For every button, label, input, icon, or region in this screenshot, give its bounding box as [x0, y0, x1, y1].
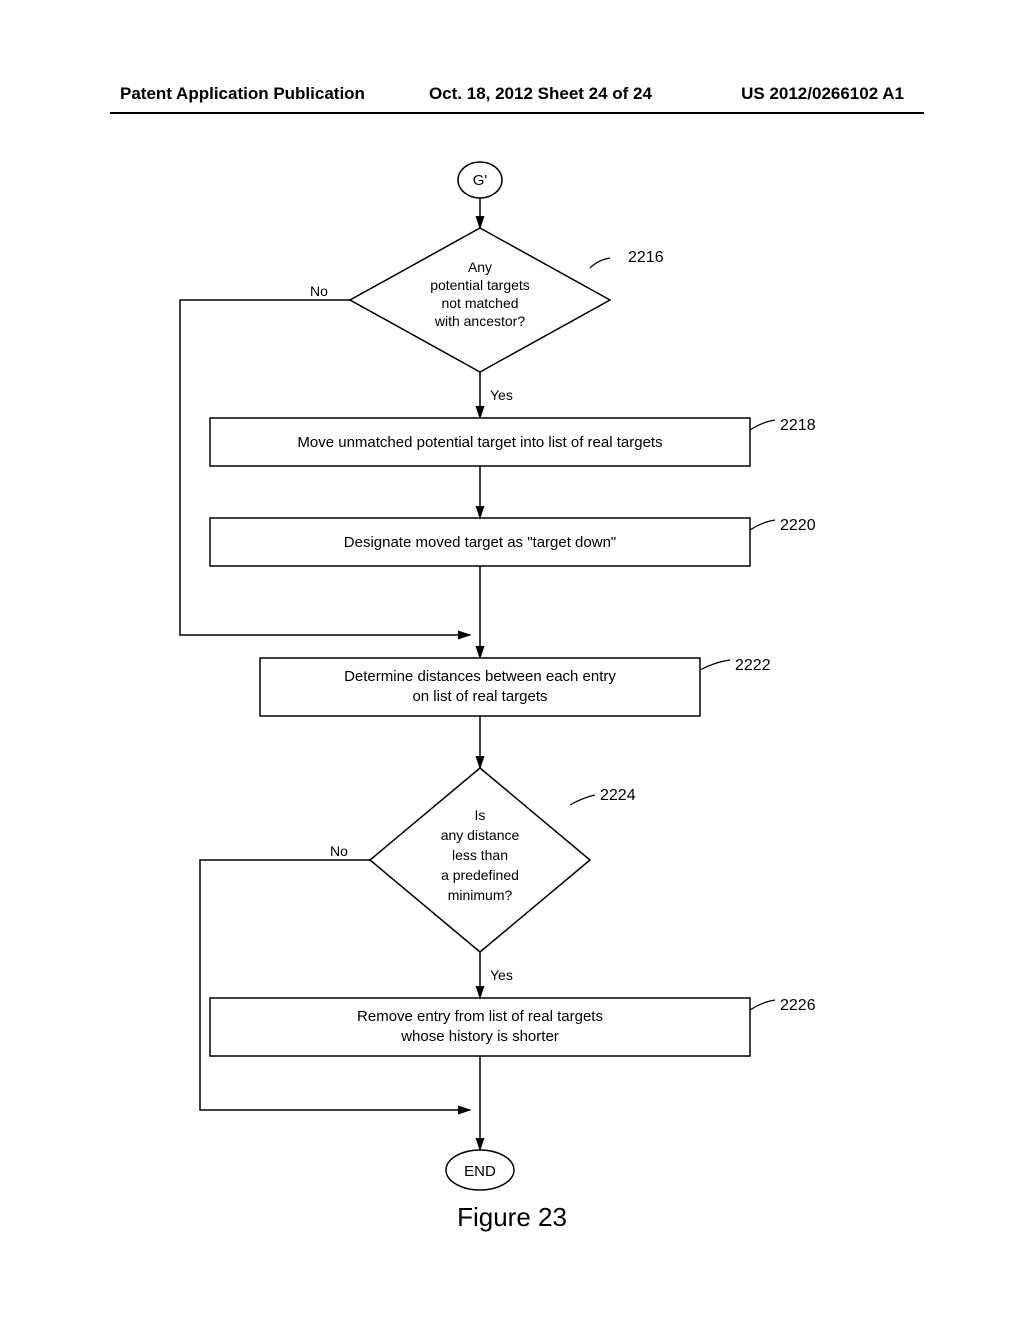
b2222-l2: on list of real targets: [412, 688, 547, 705]
yes2-label: Yes: [490, 967, 513, 983]
b2222-l1: Determine distances between each entry: [344, 668, 616, 685]
d2224-l3: less than: [452, 847, 508, 863]
b2226-l2: whose history is shorter: [400, 1028, 559, 1045]
yes1-label: Yes: [490, 387, 513, 403]
start-node: G': [473, 172, 488, 189]
ref-2218: 2218: [780, 417, 816, 434]
flowchart: G' Any potential targets not matched wit…: [90, 150, 950, 1270]
d2224-l5: minimum?: [448, 887, 513, 903]
d2216-l2: potential targets: [430, 277, 530, 293]
b2220: Designate moved target as "target down": [344, 534, 616, 551]
ref-2222: 2222: [735, 657, 771, 674]
no2-label: No: [330, 843, 348, 859]
header-right: US 2012/0266102 A1: [741, 84, 904, 104]
b2226-l1: Remove entry from list of real targets: [357, 1008, 603, 1025]
ref-2224: 2224: [600, 787, 636, 804]
d2224-l4: a predefined: [441, 867, 519, 883]
header-rule: [110, 112, 924, 114]
ref-2216: 2216: [628, 249, 664, 266]
ref-2220: 2220: [780, 517, 816, 534]
header-left: Patent Application Publication: [120, 84, 365, 104]
d2224-l1: Is: [475, 807, 486, 823]
figure-caption: Figure 23: [0, 1202, 1024, 1233]
no1-label: No: [310, 283, 328, 299]
ref-2226: 2226: [780, 997, 816, 1014]
header-mid: Oct. 18, 2012 Sheet 24 of 24: [429, 84, 652, 104]
d2216-l1: Any: [468, 259, 492, 275]
d2224-l2: any distance: [441, 827, 520, 843]
page-header: Patent Application Publication Oct. 18, …: [0, 84, 1024, 110]
end-node: END: [464, 1163, 496, 1180]
d2216-l3: not matched: [441, 295, 518, 311]
d2216-l4: with ancestor?: [434, 313, 525, 329]
b2218: Move unmatched potential target into lis…: [297, 434, 662, 451]
